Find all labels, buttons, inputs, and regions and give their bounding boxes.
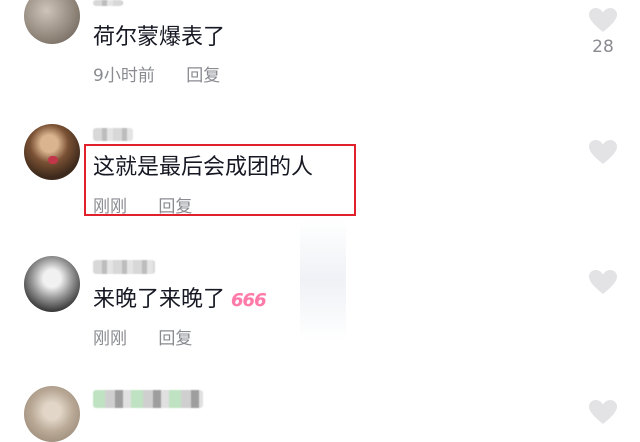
heart-icon: [589, 140, 617, 164]
reply-button[interactable]: 回复: [158, 329, 192, 349]
heart-icon: [589, 400, 617, 424]
reply-button[interactable]: 回复: [186, 66, 220, 86]
comment-text: 来晚了来晚了 666: [93, 286, 267, 315]
like-button[interactable]: [588, 400, 618, 425]
avatar[interactable]: [24, 0, 80, 44]
highlight-box: [84, 144, 356, 216]
like-button[interactable]: [588, 270, 618, 295]
like-button[interactable]: 28: [588, 8, 618, 57]
avatar[interactable]: [24, 124, 80, 180]
like-button[interactable]: [588, 140, 618, 165]
heart-icon: [589, 270, 617, 294]
username-blurred[interactable]: [93, 128, 133, 141]
emoji-666: 666: [231, 290, 267, 311]
watermark: [300, 220, 346, 340]
comment-time: 9小时前: [93, 66, 155, 86]
heart-icon: [589, 8, 617, 32]
username-blurred[interactable]: [93, 0, 123, 6]
comment-meta: 刚刚 回复: [93, 328, 192, 350]
comment-text: 荷尔蒙爆表了: [93, 25, 226, 50]
username-blurred[interactable]: [93, 260, 155, 274]
comment-time: 刚刚: [93, 329, 127, 349]
comment-meta: 9小时前 回复: [93, 65, 220, 87]
like-count: 28: [592, 37, 614, 57]
avatar[interactable]: [24, 256, 80, 312]
comment-text-body: 来晚了来晚了: [93, 287, 226, 312]
username-blurred[interactable]: [93, 390, 203, 408]
avatar[interactable]: [24, 386, 80, 442]
